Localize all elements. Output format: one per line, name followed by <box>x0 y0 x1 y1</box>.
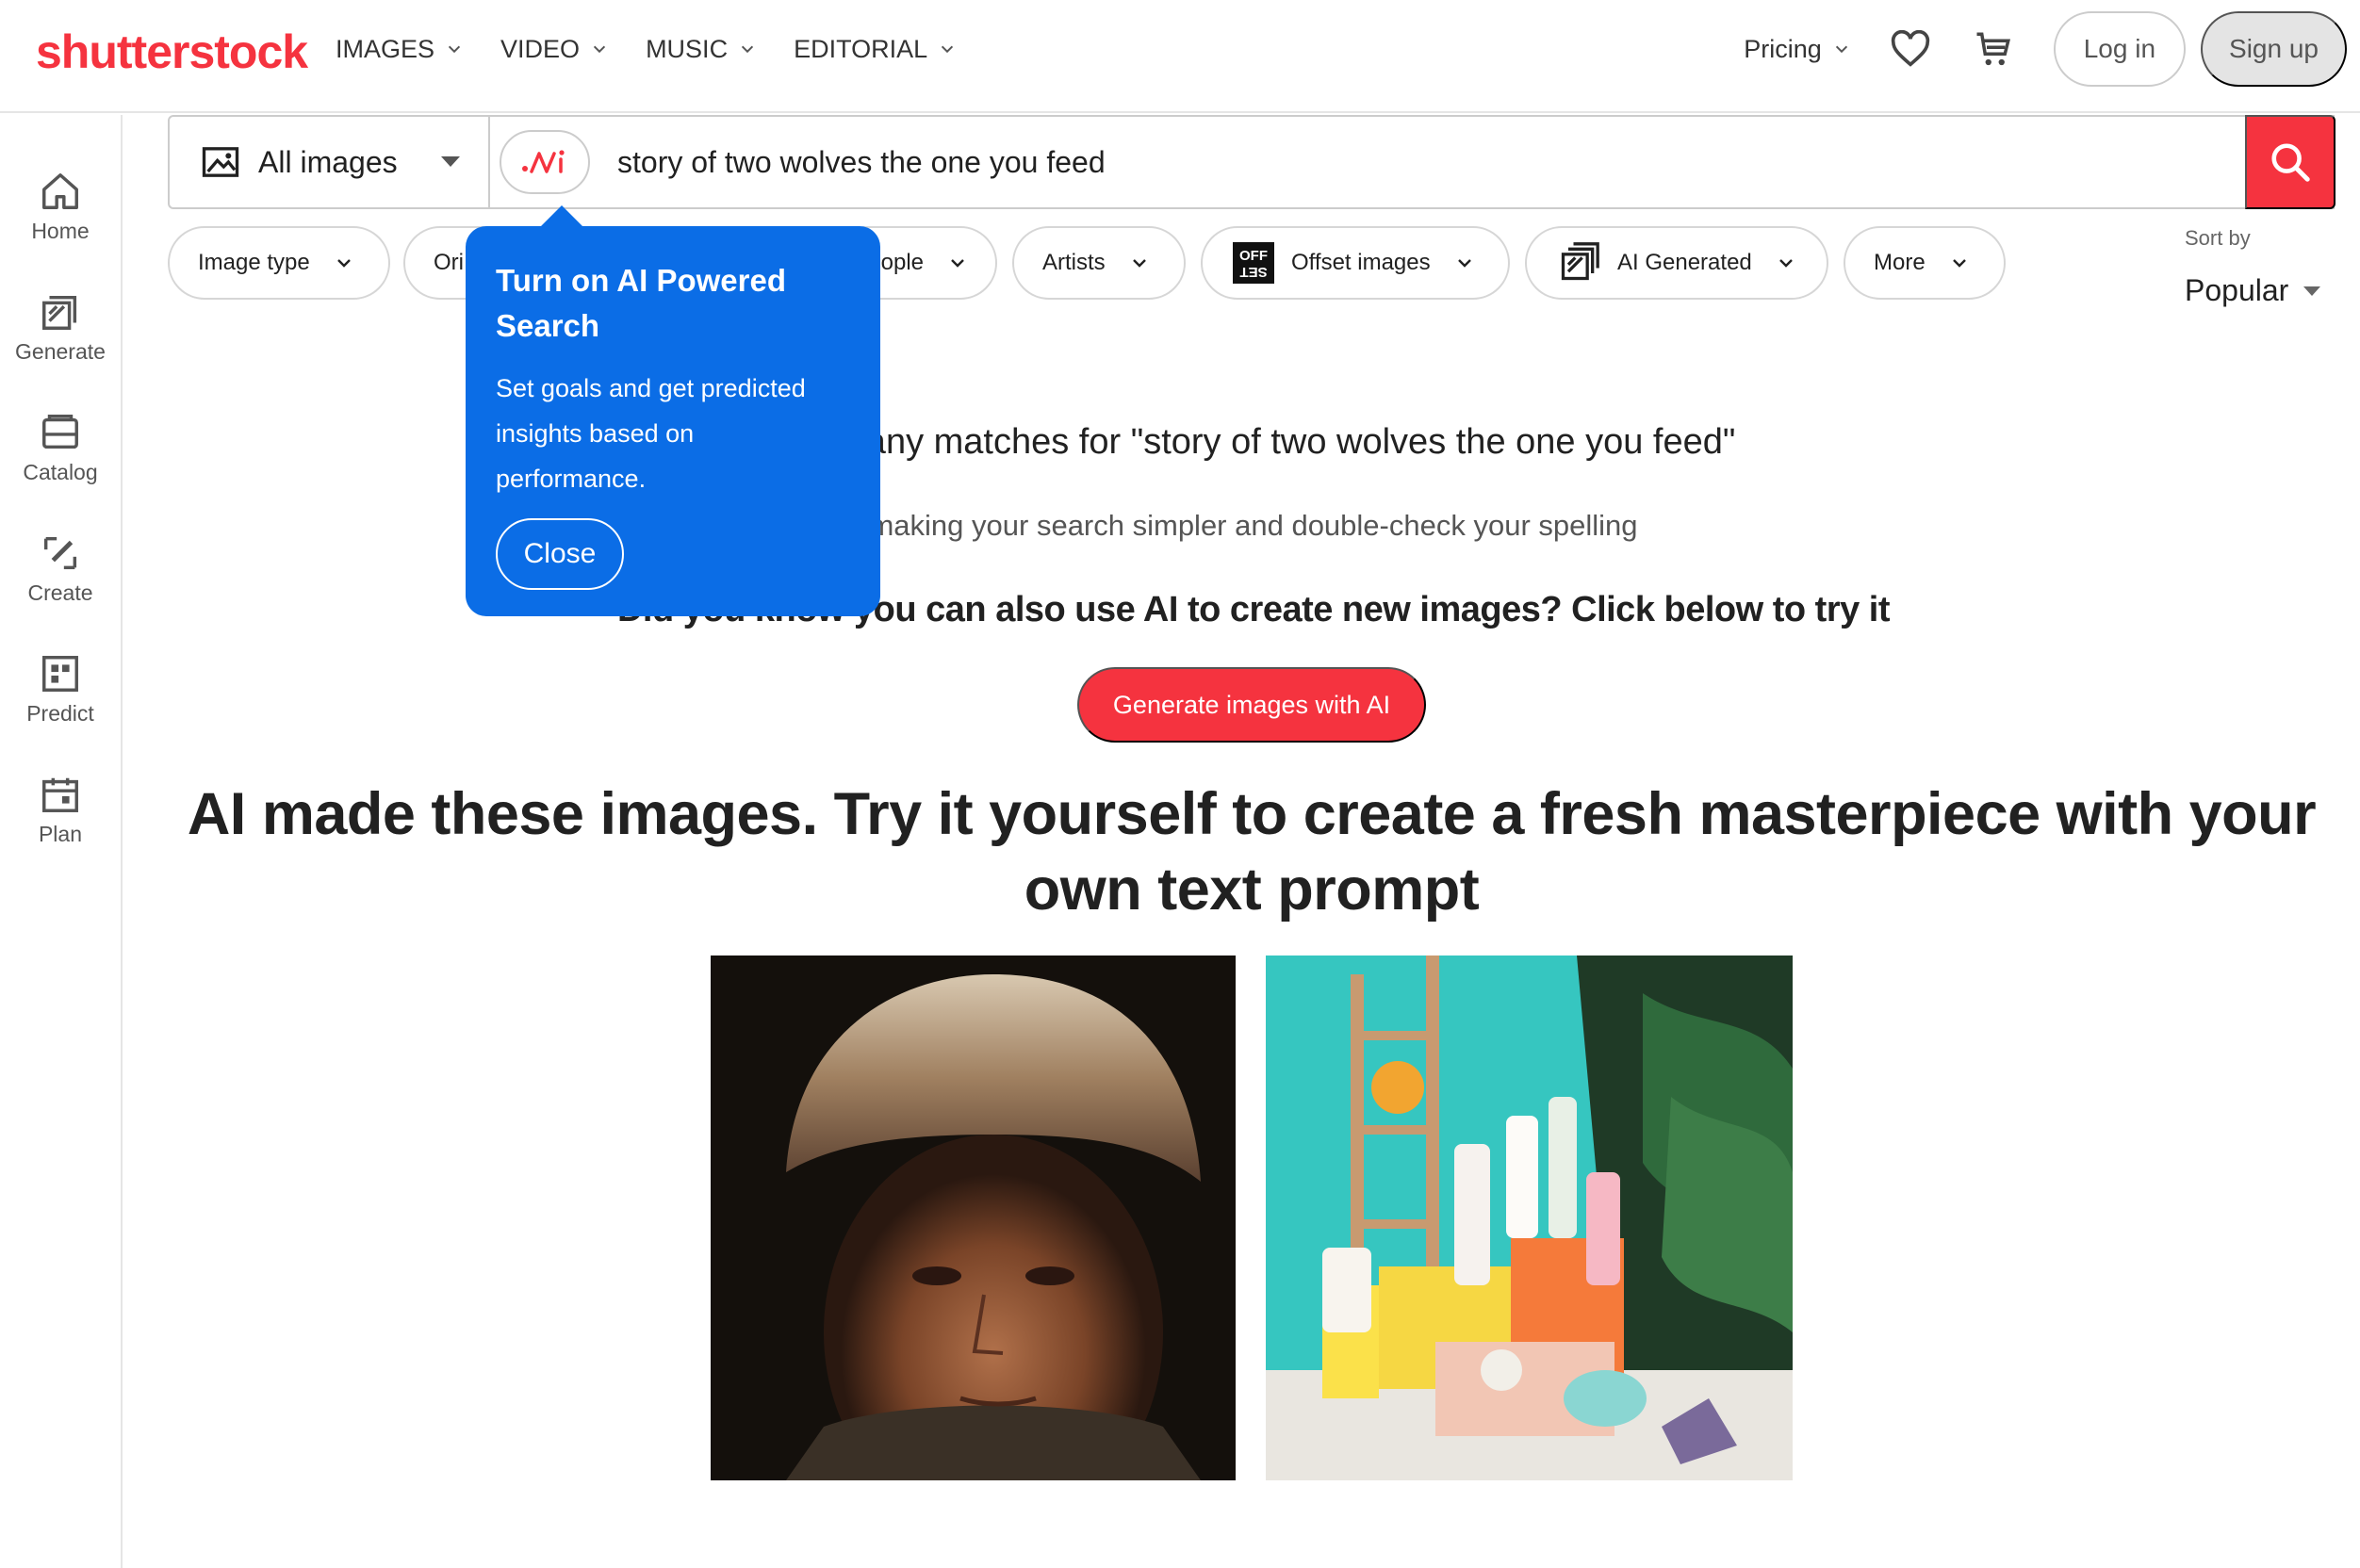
shutterstock-logo[interactable]: shutterstock <box>36 24 308 79</box>
pricing-menu[interactable]: Pricing <box>1744 35 1850 64</box>
chevron-down-icon <box>336 259 351 268</box>
chevron-down-icon <box>942 45 954 54</box>
nav-music[interactable]: MUSIC <box>646 35 756 64</box>
ai-icon <box>522 150 565 173</box>
search-bar: All images <box>168 115 2335 209</box>
search-input[interactable] <box>617 117 2220 207</box>
chevron-down-icon <box>1457 259 1471 268</box>
search-hint: making your search simpler and double-ch… <box>869 509 1638 542</box>
signup-button[interactable]: Sign up <box>2201 11 2347 87</box>
filter-label: Artists <box>1042 250 1106 275</box>
search-scope-select[interactable]: All images <box>170 117 490 207</box>
filter-label: Image type <box>198 250 310 275</box>
nav-video-label: VIDEO <box>500 34 581 63</box>
pricing-label: Pricing <box>1744 34 1822 63</box>
caret-down-icon <box>2303 286 2321 296</box>
nav-editorial[interactable]: EDITORIAL <box>794 35 956 64</box>
favorites-button[interactable] <box>1888 26 1933 72</box>
home-icon <box>42 173 78 209</box>
sort-by-label: Sort by <box>2185 226 2251 250</box>
tooltip-body: Set goals and get predicted insights bas… <box>496 374 806 493</box>
login-button[interactable]: Log in <box>2053 11 2187 87</box>
filter-more[interactable]: More <box>1844 226 2006 300</box>
generate-icon <box>42 295 77 330</box>
tooltip-close-button[interactable]: Close <box>496 518 624 590</box>
ai-promo-text: Did you know you can also use AI to crea… <box>616 590 1891 629</box>
filter-image-type[interactable]: Image type <box>168 226 390 300</box>
filter-artists[interactable]: Artists <box>1012 226 1186 300</box>
nav-editorial-label: EDITORIAL <box>794 34 928 63</box>
sidebar-item-label: Generate <box>15 339 106 364</box>
sidebar-item-home[interactable]: Home <box>0 170 121 244</box>
filter-label: Offset images <box>1291 250 1431 275</box>
nav-images[interactable]: IMAGES <box>336 35 463 64</box>
chevron-down-icon <box>1132 259 1146 268</box>
sidebar-item-plan[interactable]: Plan <box>0 773 121 847</box>
cart-icon <box>1976 32 2010 66</box>
main-nav: IMAGES VIDEO MUSIC EDITORIAL <box>336 0 993 98</box>
search-scope-label: All images <box>258 144 398 179</box>
filter-label: AI Generated <box>1617 250 1752 275</box>
search-icon <box>2271 143 2310 182</box>
ai-generated-icon <box>1557 242 1600 284</box>
ai-search-tooltip: Turn on AI Powered Search Set goals and … <box>466 205 880 616</box>
nav-images-label: IMAGES <box>336 34 435 63</box>
ai-headline: AI made these images. Try it yourself to… <box>187 781 2317 923</box>
nav-music-label: MUSIC <box>646 34 729 63</box>
chevron-down-icon <box>741 45 754 54</box>
predict-icon <box>42 656 78 692</box>
chevron-down-icon <box>1952 259 1966 268</box>
sort-select[interactable]: Popular <box>2185 273 2321 308</box>
image-icon <box>202 147 239 177</box>
chevron-down-icon <box>1835 45 1847 54</box>
sidebar-item-label: Home <box>31 219 90 243</box>
chevron-down-icon <box>448 45 461 54</box>
filter-offset-images[interactable]: OFF SET Offset images <box>1201 226 1510 300</box>
filter-ai-generated[interactable]: AI Generated <box>1525 226 1828 300</box>
sidebar-item-label: Plan <box>38 822 83 846</box>
chevron-down-icon <box>1778 259 1793 268</box>
tooltip-title: Turn on AI Powered Search <box>496 263 787 343</box>
search-submit-button[interactable] <box>2245 115 2335 209</box>
caret-down-icon <box>441 156 460 167</box>
chevron-down-icon <box>593 45 606 54</box>
sidebar-item-label: Predict <box>26 701 94 726</box>
svg-text:SET: SET <box>1239 264 1267 280</box>
offset-logo-icon: OFF SET <box>1233 242 1274 284</box>
filter-label: Ori <box>434 250 464 275</box>
tooltip-arrow <box>539 205 584 228</box>
nav-video[interactable]: VIDEO <box>500 35 608 64</box>
generate-with-ai-button[interactable]: Generate images with AI <box>1077 667 1426 743</box>
sidebar-item-generate[interactable]: Generate <box>0 290 121 365</box>
top-navigation: shutterstock IMAGES VIDEO MUSIC EDITORIA… <box>0 0 2360 113</box>
sidebar-item-label: Catalog <box>23 460 98 484</box>
plan-icon <box>42 777 78 812</box>
svg-text:OFF: OFF <box>1239 248 1268 264</box>
left-sidebar: Home Generate Catalog Create Predict Pla… <box>0 115 123 1568</box>
ai-sample-image-portrait[interactable] <box>711 956 1236 1480</box>
cart-button[interactable] <box>1971 26 2016 72</box>
chevron-down-icon <box>951 259 964 268</box>
filter-label: ople <box>880 250 924 275</box>
sort-value: Popular <box>2185 273 2289 307</box>
account-nav: Pricing Log in Sign up <box>1744 0 2360 98</box>
ai-sample-image-cosmetics[interactable] <box>1266 956 1793 1480</box>
sidebar-item-predict[interactable]: Predict <box>0 652 121 727</box>
heart-icon <box>1891 30 1929 67</box>
filter-label: More <box>1874 250 1926 275</box>
no-results-message: 't find any matches for "story of two wo… <box>771 422 1736 462</box>
ai-search-toggle[interactable] <box>500 130 590 194</box>
